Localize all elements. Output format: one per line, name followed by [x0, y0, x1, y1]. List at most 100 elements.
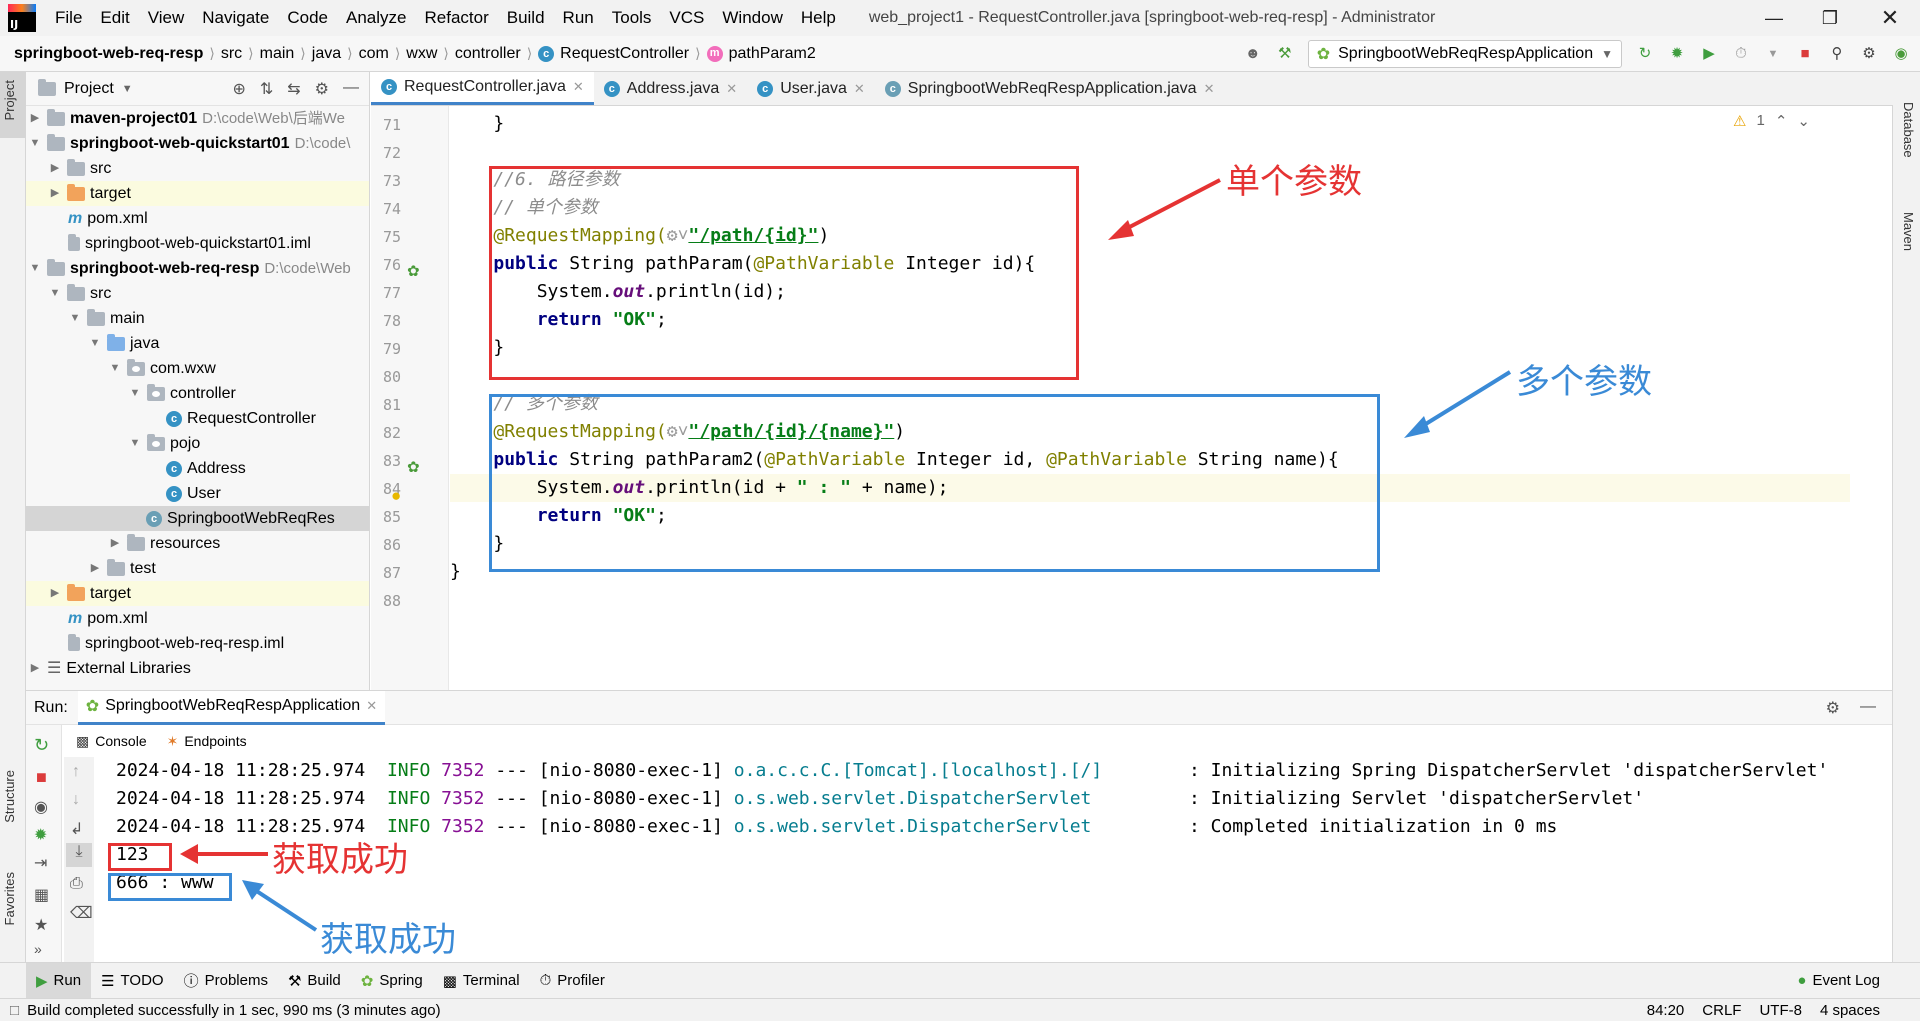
camera-icon[interactable]: ◉ [34, 797, 48, 817]
tree-item[interactable]: c User [26, 481, 369, 506]
favorites-tool-tab[interactable]: Favorites [2, 872, 17, 925]
tree-item[interactable]: springboot-web-req-resp.iml [26, 631, 369, 656]
file-encoding[interactable]: UTF-8 [1759, 1002, 1820, 1019]
tree-item[interactable]: ▶ src [26, 156, 369, 181]
layout-icon[interactable]: ▦ [34, 885, 49, 905]
tab-request-controller[interactable]: c RequestController.java ✕ [371, 72, 594, 105]
stop-icon[interactable]: ■ [36, 767, 47, 788]
bottom-tab-run[interactable]: ▶ Run [26, 962, 92, 999]
crumb-main[interactable]: main [254, 45, 301, 63]
tree-item[interactable]: ▼ springboot-web-req-resp D:\code\Web [26, 256, 369, 281]
crumb-method[interactable]: m pathParam2 [701, 45, 822, 63]
debug-icon[interactable]: ✹ [34, 825, 47, 845]
scroll-to-end-icon[interactable]: ⤓ [66, 843, 92, 867]
bottom-tab-terminal[interactable]: ▩ Terminal [433, 963, 530, 999]
tree-item[interactable]: ▶ resources [26, 531, 369, 556]
menu-build[interactable]: Build [498, 0, 554, 36]
tree-item[interactable]: ▼ springboot-web-quickstart01 D:\code\ [26, 131, 369, 156]
bottom-tab-profiler[interactable]: ⏱ Profiler [530, 963, 615, 999]
database-tool-tab[interactable]: Database [1901, 102, 1916, 158]
locate-icon[interactable]: ⊕ [232, 79, 245, 99]
project-panel-title[interactable]: Project [64, 80, 114, 98]
menu-view[interactable]: View [139, 0, 194, 36]
menu-edit[interactable]: Edit [91, 0, 138, 36]
tree-item[interactable]: ▼ pojo [26, 431, 369, 456]
tab-address[interactable]: c Address.java ✕ [594, 72, 747, 105]
menu-navigate[interactable]: Navigate [193, 0, 278, 36]
spring-endpoint-icon[interactable]: ✿ [407, 458, 420, 476]
console-tab[interactable]: ▩ Console [76, 733, 147, 750]
bottom-tab-problems[interactable]: ⓘ Problems [174, 963, 278, 999]
indent-setting[interactable]: 4 spaces [1820, 1002, 1920, 1019]
menu-tools[interactable]: Tools [603, 0, 661, 36]
menu-vcs[interactable]: VCS [660, 0, 713, 36]
status-message[interactable]: Build completed successfully in 1 sec, 9… [27, 1002, 441, 1019]
project-tool-tab[interactable]: Project [2, 80, 17, 120]
tree-item[interactable]: c Address [26, 456, 369, 481]
spring-endpoint-icon[interactable]: ✿ [407, 262, 420, 280]
tree-item[interactable]: m pom.xml [26, 606, 369, 631]
collapse-all-icon[interactable]: ⇆ [287, 79, 300, 99]
tree-item[interactable]: ▼ main [26, 306, 369, 331]
chevron-down-icon[interactable]: ▼ [122, 83, 133, 95]
structure-tool-tab[interactable]: Structure [2, 770, 17, 823]
tree-item[interactable]: ▼ src [26, 281, 369, 306]
tree-item[interactable]: m pom.xml [26, 206, 369, 231]
status-toggle-icon[interactable]: □ [10, 1002, 19, 1019]
caret-position[interactable]: 84:20 [1647, 1002, 1703, 1019]
tree-item[interactable]: ▶ test [26, 556, 369, 581]
bottom-tab-build[interactable]: ⚒ Build [278, 963, 351, 999]
down-arrow-icon[interactable]: ↓ [72, 791, 80, 809]
tree-item[interactable]: c SpringbootWebReqRes [26, 506, 369, 531]
tree-item[interactable]: springboot-web-quickstart01.iml [26, 231, 369, 256]
up-arrow-icon[interactable]: ↑ [72, 763, 80, 781]
more-run-icon[interactable]: ▼ [1764, 45, 1782, 63]
tree-item[interactable]: ▼ com.wxw [26, 356, 369, 381]
close-icon[interactable]: ✕ [1862, 0, 1918, 36]
build-hammer-icon[interactable]: ⚒ [1276, 45, 1294, 63]
rerun-icon[interactable]: ↻ [1636, 45, 1654, 63]
menu-file[interactable]: File [46, 0, 91, 36]
run-configuration-select[interactable]: ✿ SpringbootWebReqRespApplication ▼ [1307, 40, 1622, 68]
menu-help[interactable]: Help [792, 0, 845, 36]
maven-tool-tab[interactable]: Maven [1901, 212, 1916, 251]
hide-panel-icon[interactable]: — [343, 79, 359, 99]
endpoints-tab[interactable]: ✶ Endpoints [167, 733, 247, 750]
rerun-icon[interactable]: ↻ [34, 735, 49, 756]
lightbulb-icon[interactable]: ● [391, 486, 401, 506]
crumb-controller[interactable]: controller [449, 45, 527, 63]
profile-icon[interactable]: ⏱ [1732, 45, 1750, 63]
menu-window[interactable]: Window [713, 0, 791, 36]
more-icon[interactable]: » [34, 941, 42, 957]
stop-icon[interactable]: ■ [1796, 45, 1814, 63]
trash-icon[interactable]: ⌫ [70, 903, 93, 923]
menu-run[interactable]: Run [554, 0, 603, 36]
tree-item[interactable]: c RequestController [26, 406, 369, 431]
print-icon[interactable]: ⎙ [70, 875, 83, 893]
pin-icon[interactable]: ★ [34, 915, 48, 935]
crumb-src[interactable]: src [215, 45, 248, 63]
inspection-widget[interactable]: ⚠ 1 ⌃ ⌄ [1733, 112, 1810, 130]
bottom-tab-todo[interactable]: ☰ TODO [91, 963, 174, 999]
debug-icon[interactable]: ✹ [1668, 45, 1686, 63]
crumb-java[interactable]: java [306, 45, 347, 63]
menu-analyze[interactable]: Analyze [337, 0, 415, 36]
crumb-class[interactable]: c RequestController [532, 45, 695, 63]
crumb-wxw[interactable]: wxw [400, 45, 443, 63]
menu-code[interactable]: Code [278, 0, 337, 36]
tree-item[interactable]: ▶ maven-project01 D:\code\Web\后端We [26, 106, 369, 131]
minimize-icon[interactable]: — [1746, 0, 1802, 36]
coverage-icon[interactable]: ▶ [1700, 45, 1718, 63]
hide-run-panel-icon[interactable]: — [1860, 698, 1876, 718]
line-separator[interactable]: CRLF [1702, 1002, 1759, 1019]
tree-item[interactable]: ▼ controller [26, 381, 369, 406]
bottom-tab-spring[interactable]: ✿ Spring [351, 963, 433, 999]
tree-item[interactable]: ▼ java [26, 331, 369, 356]
exit-icon[interactable]: ⇥ [34, 853, 47, 873]
tree-item[interactable]: ▶ ☰ External Libraries [26, 656, 369, 681]
plugin-icon[interactable]: ◉ [1892, 45, 1910, 63]
menu-refactor[interactable]: Refactor [415, 0, 497, 36]
tree-item[interactable]: ▶ target [26, 581, 369, 606]
tab-user[interactable]: c User.java ✕ [747, 72, 875, 105]
expand-all-icon[interactable]: ⇅ [260, 79, 273, 99]
